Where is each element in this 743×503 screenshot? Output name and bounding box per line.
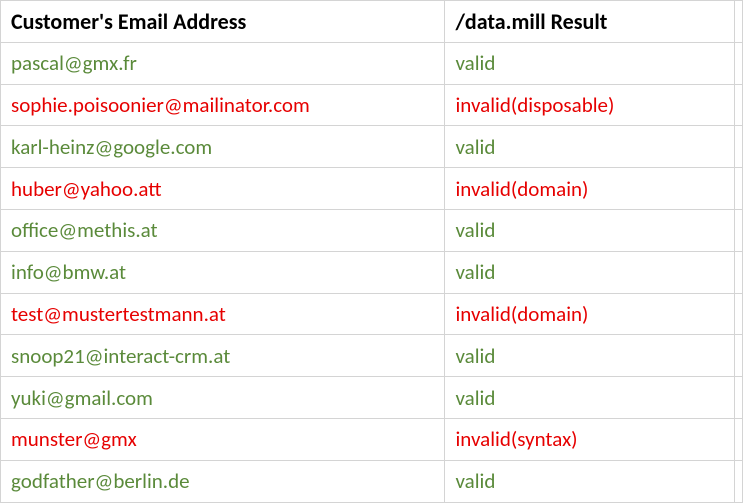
table-header-row: Customer's Email Address /data.mill Resu…: [1, 1, 743, 43]
header-result: /data.mill Result: [445, 1, 735, 43]
cell-email: yuki@gmail.com: [1, 377, 445, 419]
table-row: test@mustertestmann.atinvalid(domain): [1, 293, 743, 335]
table-body: pascal@gmx.frvalidsophie.poisoonier@mail…: [1, 42, 743, 502]
cell-spacer: [735, 209, 743, 251]
cell-result: valid: [445, 209, 735, 251]
cell-result: valid: [445, 377, 735, 419]
cell-result: valid: [445, 42, 735, 84]
cell-spacer: [735, 42, 743, 84]
cell-email: snoop21@interact-crm.at: [1, 335, 445, 377]
cell-email: pascal@gmx.fr: [1, 42, 445, 84]
cell-spacer: [735, 251, 743, 293]
cell-email: test@mustertestmann.at: [1, 293, 445, 335]
cell-email: munster@gmx: [1, 418, 445, 460]
header-email: Customer's Email Address: [1, 1, 445, 43]
cell-spacer: [735, 84, 743, 126]
cell-email: info@bmw.at: [1, 251, 445, 293]
header-spacer: [735, 1, 743, 43]
cell-spacer: [735, 168, 743, 210]
cell-spacer: [735, 460, 743, 502]
table-row: snoop21@interact-crm.atvalid: [1, 335, 743, 377]
cell-result: valid: [445, 126, 735, 168]
cell-result: invalid(domain): [445, 293, 735, 335]
table-row: sophie.poisoonier@mailinator.cominvalid(…: [1, 84, 743, 126]
cell-email: office@methis.at: [1, 209, 445, 251]
table-row: office@methis.atvalid: [1, 209, 743, 251]
cell-result: valid: [445, 251, 735, 293]
cell-spacer: [735, 126, 743, 168]
cell-email: karl-heinz@google.com: [1, 126, 445, 168]
table-row: info@bmw.atvalid: [1, 251, 743, 293]
email-validation-table: Customer's Email Address /data.mill Resu…: [0, 0, 743, 503]
cell-spacer: [735, 377, 743, 419]
cell-result: valid: [445, 335, 735, 377]
cell-spacer: [735, 293, 743, 335]
cell-email: sophie.poisoonier@mailinator.com: [1, 84, 445, 126]
table-row: pascal@gmx.frvalid: [1, 42, 743, 84]
table-row: munster@gmxinvalid(syntax): [1, 418, 743, 460]
cell-email: godfather@berlin.de: [1, 460, 445, 502]
table-row: godfather@berlin.devalid: [1, 460, 743, 502]
cell-email: huber@yahoo.att: [1, 168, 445, 210]
cell-spacer: [735, 418, 743, 460]
cell-spacer: [735, 335, 743, 377]
table-row: yuki@gmail.comvalid: [1, 377, 743, 419]
table-row: karl-heinz@google.comvalid: [1, 126, 743, 168]
table-row: huber@yahoo.attinvalid(domain): [1, 168, 743, 210]
cell-result: invalid(domain): [445, 168, 735, 210]
cell-result: invalid(disposable): [445, 84, 735, 126]
cell-result: valid: [445, 460, 735, 502]
cell-result: invalid(syntax): [445, 418, 735, 460]
